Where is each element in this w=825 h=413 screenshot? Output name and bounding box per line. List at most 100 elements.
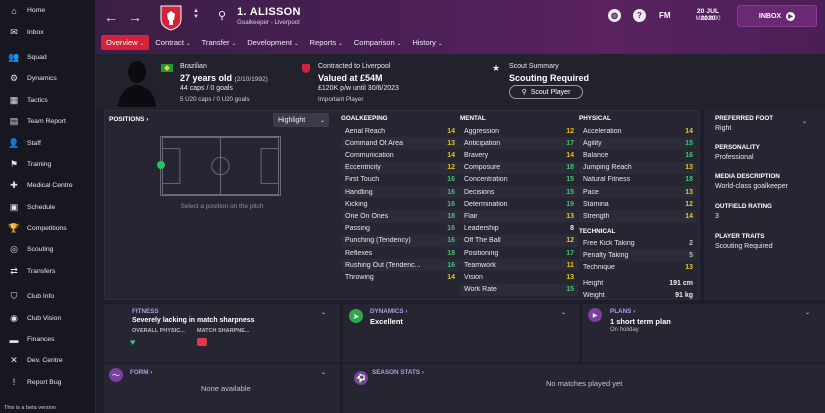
goalkeeping-attribute-row[interactable]: Punching (Tendency) 16 xyxy=(341,234,459,247)
position-pitch[interactable] xyxy=(160,136,281,196)
goalkeeping-attribute-row[interactable]: Kicking 16 xyxy=(341,198,459,210)
mental-attribute-row[interactable]: Anticipation 17 xyxy=(460,137,578,150)
form-card[interactable]: 〜 FORM › None available ⌄ xyxy=(104,364,340,413)
sidebar-item-club-info[interactable]: ⛉ Club Info xyxy=(0,286,95,307)
goalkeeping-attribute-row[interactable]: Handling 16 xyxy=(341,186,459,199)
dynamics-title[interactable]: DYNAMICS › xyxy=(370,308,407,315)
mental-attribute-row[interactable]: Work Rate 15 xyxy=(460,283,578,296)
goalkeeping-attribute-row[interactable]: Throwing 14 xyxy=(341,271,459,283)
search-icon[interactable]: ⚲ xyxy=(218,9,226,22)
mental-attribute-row[interactable]: Aggression 12 xyxy=(460,125,578,137)
sidebar-item-finances[interactable]: ▬ Finances xyxy=(0,329,95,350)
physical-attribute-row[interactable]: Jumping Reach 13 xyxy=(579,161,697,174)
physical-attribute-row[interactable]: Balance 16 xyxy=(579,149,697,161)
tab-overview[interactable]: Overview ⌄ xyxy=(101,35,150,50)
sidebar-item-transfers[interactable]: ⇄ Transfers xyxy=(0,261,95,282)
attribute-name: Reflexes xyxy=(345,249,373,257)
chevron-down-icon[interactable]: ⌄ xyxy=(802,118,807,125)
physical-attribute-row[interactable]: Acceleration 14 xyxy=(579,125,697,137)
physical-attribute-row[interactable]: Pace 13 xyxy=(579,186,697,199)
plans-title[interactable]: PLANS › xyxy=(610,308,635,315)
plans-card[interactable]: ▶ PLANS › 1 short term plan On holiday ⌄ xyxy=(582,304,825,362)
attribute-name: Kicking xyxy=(345,200,368,208)
chevron-down-icon[interactable]: ⌄ xyxy=(321,309,326,316)
sidebar-item-club-vision[interactable]: ◉ Club Vision xyxy=(0,307,95,328)
technical-attribute-row[interactable]: Technique 13 xyxy=(579,261,697,273)
sidebar-item-team-report[interactable]: ▤ Team Report xyxy=(0,111,95,132)
physical-attribute-row[interactable]: Agility 15 xyxy=(579,137,697,150)
tab-reports[interactable]: Reports ⌄ xyxy=(305,35,348,50)
mental-attribute-row[interactable]: Positioning 17 xyxy=(460,247,578,259)
physical-attribute-row[interactable]: Strength 14 xyxy=(579,210,697,223)
mental-attribute-row[interactable]: Flair 13 xyxy=(460,210,578,223)
fitness-title[interactable]: FITNESS xyxy=(132,308,159,315)
chevron-down-icon[interactable]: ⌄ xyxy=(321,369,326,376)
sidebar-item-squad[interactable]: 👥 Squad xyxy=(0,47,95,68)
attribute-value: 15 xyxy=(685,139,693,147)
tab-transfer[interactable]: Transfer ⌄ xyxy=(197,35,242,50)
mental-attribute-row[interactable]: Decisions 15 xyxy=(460,186,578,199)
season-stats-card[interactable]: ⚽ SEASON STATS › No matches played yet xyxy=(343,364,825,413)
sidebar-item-tactics[interactable]: ▦ Tactics xyxy=(0,90,95,111)
mental-attribute-row[interactable]: Bravery 14 xyxy=(460,149,578,161)
back-arrow-icon[interactable]: ← xyxy=(104,9,118,25)
sidebar-item-staff[interactable]: 👤 Staff xyxy=(0,132,95,153)
height-label: Height xyxy=(583,279,604,287)
goalkeeping-attribute-row[interactable]: Aerial Reach 14 xyxy=(341,125,459,137)
dynamics-card[interactable]: ➤ DYNAMICS › Excellent ⌄ xyxy=(343,304,579,362)
season-stats-title[interactable]: SEASON STATS › xyxy=(372,369,424,376)
goalkeeping-attribute-row[interactable]: Command Of Area 13 xyxy=(341,137,459,150)
sidebar-item-inbox[interactable]: ✉ Inbox xyxy=(0,21,95,42)
physical-attribute-row[interactable]: Natural Fitness 18 xyxy=(579,174,697,186)
sidebar-item-scouting[interactable]: ◎ Scouting xyxy=(0,239,95,260)
sidebar-item-label: Tactics xyxy=(27,96,48,104)
positions-title[interactable]: POSITIONS › xyxy=(109,116,148,123)
sidebar-item-medical-centre[interactable]: ✚ Medical Centre xyxy=(0,175,95,196)
forward-arrow-icon[interactable]: → xyxy=(128,9,142,25)
club-crest-icon[interactable] xyxy=(159,5,183,31)
tab-development[interactable]: Development ⌄ xyxy=(242,35,303,50)
technical-attribute-row[interactable]: Penalty Taking 5 xyxy=(579,249,697,262)
goalkeeper-position-marker[interactable] xyxy=(157,161,165,169)
sidebar-item-competitions[interactable]: 🏆 Competitions xyxy=(0,218,95,239)
technical-attribute-row[interactable]: Free Kick Taking 2 xyxy=(579,237,697,249)
player-profile-strip: Brazilian 27 years old (2/10/1992) 44 ca… xyxy=(96,54,825,110)
sidebar-item-dynamics[interactable]: ⚙ Dynamics xyxy=(0,68,95,89)
mental-attribute-row[interactable]: Off The Ball 12 xyxy=(460,234,578,247)
goalkeeping-attribute-row[interactable]: Passing 16 xyxy=(341,223,459,235)
goalkeeping-attribute-row[interactable]: Eccentricity 12 xyxy=(341,161,459,174)
chevron-down-icon[interactable]: ⌄ xyxy=(561,309,566,316)
sidebar-item-home[interactable]: ⌂ Home xyxy=(0,0,95,21)
mental-attribute-row[interactable]: Vision 13 xyxy=(460,271,578,283)
physical-attribute-row[interactable]: Stamina 12 xyxy=(579,198,697,210)
goalkeeping-attribute-row[interactable]: Reflexes 18 xyxy=(341,247,459,259)
mental-attribute-row[interactable]: Determination 19 xyxy=(460,198,578,210)
attribute-name: Handling xyxy=(345,188,373,196)
sidebar-item-dev-centre[interactable]: ✕ Dev. Centre xyxy=(0,350,95,371)
fitness-card[interactable]: FITNESS Severely lacking in match sharpn… xyxy=(104,304,340,362)
tab-comparison[interactable]: Comparison ⌄ xyxy=(349,35,407,50)
player-switch-icon[interactable]: ▲ ▼ xyxy=(193,8,199,20)
tab-history[interactable]: History ⌄ xyxy=(407,35,447,50)
inbox-continue-button[interactable]: INBOX ▶ xyxy=(737,5,817,27)
chevron-down-icon[interactable]: ⌄ xyxy=(805,309,810,316)
goalkeeping-attribute-row[interactable]: Rushing Out (Tendenc... 16 xyxy=(341,259,459,272)
mental-attribute-row[interactable]: Concentration 15 xyxy=(460,174,578,186)
sidebar-item-schedule[interactable]: ▣ Schedule xyxy=(0,197,95,218)
scout-player-button[interactable]: ⚲ Scout Player xyxy=(509,85,583,99)
mental-attribute-row[interactable]: Teamwork 11 xyxy=(460,259,578,272)
mental-attribute-row[interactable]: Composure 18 xyxy=(460,161,578,174)
attribute-name: Command Of Area xyxy=(345,139,403,147)
tab-contract[interactable]: Contract ⌄ xyxy=(150,35,195,50)
fm-logo[interactable]: FM xyxy=(659,11,671,20)
highlight-dropdown[interactable]: Highlight ⌄ xyxy=(273,113,329,127)
form-title[interactable]: FORM › xyxy=(130,369,152,376)
globe-icon[interactable]: ◍ xyxy=(608,9,621,22)
sidebar-item-training[interactable]: ⚑ Training xyxy=(0,154,95,175)
goalkeeping-attribute-row[interactable]: Communication 14 xyxy=(341,149,459,161)
goalkeeping-attribute-row[interactable]: One On Ones 18 xyxy=(341,210,459,223)
mental-attribute-row[interactable]: Leadership 8 xyxy=(460,223,578,235)
sidebar-item-report-bug[interactable]: ! Report Bug xyxy=(0,372,95,393)
goalkeeping-attribute-row[interactable]: First Touch 16 xyxy=(341,174,459,186)
help-icon[interactable]: ? xyxy=(633,9,646,22)
